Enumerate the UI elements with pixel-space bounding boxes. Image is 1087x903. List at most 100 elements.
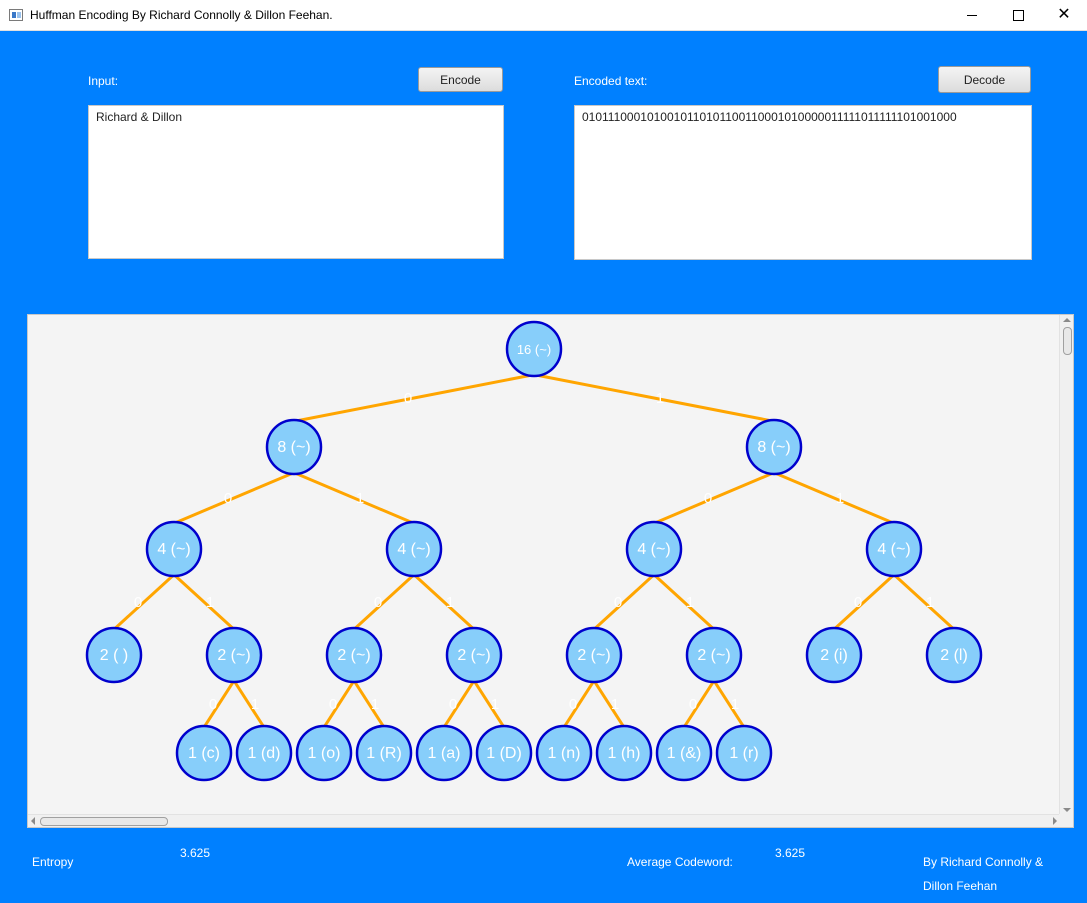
tree-edge xyxy=(173,471,295,525)
average-codeword-value: 3.625 xyxy=(775,846,806,860)
tree-edge-label: 1 xyxy=(251,696,259,713)
tree-edge xyxy=(592,679,626,729)
horizontal-scroll-thumb[interactable] xyxy=(40,817,168,826)
tree-node-label: 1 (D) xyxy=(486,745,522,762)
tree-node-label: 4 (~) xyxy=(877,541,910,558)
tree-edge-label: 0 xyxy=(329,696,337,713)
tree-node-label: 1 (r) xyxy=(729,745,758,762)
tree-edge-label: 0 xyxy=(689,696,697,713)
average-codeword-label: Average Codeword: xyxy=(627,855,733,869)
tree-edge-label: 1 xyxy=(611,696,619,713)
tree-edge-label: 0 xyxy=(374,594,382,611)
tree-edge xyxy=(472,679,506,729)
tree-edge-label: 0 xyxy=(854,594,862,611)
decode-button[interactable]: Decode xyxy=(938,66,1031,93)
tree-node-label: 2 (i) xyxy=(820,647,848,664)
encoded-textarea[interactable]: 0101110001010010110101100110001010000011… xyxy=(574,105,1032,260)
tree-edge xyxy=(533,373,775,423)
tree-edge xyxy=(712,679,746,729)
entropy-value: 3.625 xyxy=(180,846,211,860)
tree-edge-label: 0 xyxy=(209,696,217,713)
scroll-up-icon[interactable] xyxy=(1063,318,1071,322)
tree-edge-label: 1 xyxy=(491,696,499,713)
maximize-icon xyxy=(1012,9,1024,21)
tree-edge-label: 1 xyxy=(356,490,364,507)
tree-edge xyxy=(172,573,236,631)
tree-node: 1 (o) xyxy=(295,724,353,782)
credit-line-1: By Richard Connolly & xyxy=(923,855,1044,869)
maximize-button[interactable] xyxy=(995,0,1041,30)
tree-node-label: 2 (~) xyxy=(337,647,370,664)
tree-node: 4 (~) xyxy=(625,520,683,578)
tree-node-label: 4 (~) xyxy=(637,541,670,558)
tree-node-label: 2 (~) xyxy=(697,647,730,664)
tree-node-label: 2 (l) xyxy=(940,647,968,664)
tree-edge xyxy=(352,679,386,729)
scroll-left-icon[interactable] xyxy=(31,817,35,825)
encode-button[interactable]: Encode xyxy=(418,67,503,92)
tree-node-label: 4 (~) xyxy=(157,541,190,558)
input-label: Input: xyxy=(88,74,119,88)
minimize-icon xyxy=(967,14,977,16)
tree-node: 2 (~) xyxy=(205,626,263,684)
tree-node: 2 ( ) xyxy=(85,626,143,684)
encoded-text-label: Encoded text: xyxy=(574,74,648,88)
tree-node: 4 (~) xyxy=(145,520,203,578)
tree-edge-label: 0 xyxy=(704,490,712,507)
tree-node-label: 1 (&) xyxy=(667,745,702,762)
tree-edge xyxy=(892,573,956,631)
tree-node-label: 16 (~) xyxy=(517,342,551,357)
tree-node: 1 (r) xyxy=(715,724,773,782)
tree-edge-label: 0 xyxy=(449,696,457,713)
tree-edge xyxy=(352,573,416,631)
tree-node-label: 2 (~) xyxy=(457,647,490,664)
tree-node-label: 1 (h) xyxy=(608,745,641,762)
tree-node: 2 (~) xyxy=(565,626,623,684)
input-textarea[interactable]: Richard & Dillon xyxy=(88,105,504,259)
horizontal-scrollbar[interactable] xyxy=(28,814,1060,827)
tree-node: 1 (a) xyxy=(415,724,473,782)
tree-node: 4 (~) xyxy=(385,520,443,578)
tree-edge xyxy=(832,573,896,631)
tree-edge xyxy=(293,373,535,423)
tree-node: 1 (&) xyxy=(655,724,713,782)
tree-edge xyxy=(652,573,716,631)
tree-node-label: 1 (c) xyxy=(188,745,220,762)
tree-edge-label: 0 xyxy=(614,594,622,611)
tree-edge xyxy=(232,679,266,729)
tree-edge-label: 1 xyxy=(371,696,379,713)
close-button[interactable]: ✕ xyxy=(1041,0,1087,30)
tree-node-label: 8 (~) xyxy=(757,439,790,456)
tree-edge-label: 0 xyxy=(224,490,232,507)
tree-view[interactable]: 0 1 0 1 0 1 0 1 0 1 0 1 0 1 0 1 0 1 0 1 0 1 0 1 16 (~) 8 (~) 8 (~)… xyxy=(27,314,1074,828)
vertical-scroll-thumb[interactable] xyxy=(1063,327,1072,355)
tree-edge-label: 1 xyxy=(731,696,739,713)
tree-edge xyxy=(112,573,176,631)
tree-node: 1 (R) xyxy=(355,724,413,782)
huffman-tree: 0 1 0 1 0 1 0 1 0 1 0 1 0 1 0 1 0 1 0 1 0 1 0 1 16 (~) 8 (~) 8 (~)… xyxy=(85,320,983,782)
tree-node: 1 (h) xyxy=(595,724,653,782)
scroll-down-icon[interactable] xyxy=(1063,808,1071,812)
vertical-scrollbar[interactable] xyxy=(1059,315,1073,815)
tree-edge-label: 1 xyxy=(836,490,844,507)
credit-line-2: Dillon Feehan xyxy=(923,879,998,893)
tree-node: 2 (l) xyxy=(925,626,983,684)
minimize-button[interactable] xyxy=(949,0,995,30)
tree-edge-label: 0 xyxy=(134,594,142,611)
tree-node: 2 (~) xyxy=(445,626,503,684)
tree-node-label: 1 (d) xyxy=(248,745,281,762)
tree-node-label: 2 (~) xyxy=(577,647,610,664)
tree-node: 1 (c) xyxy=(175,724,233,782)
title-bar: Huffman Encoding By Richard Connolly & D… xyxy=(0,0,1087,31)
tree-edge xyxy=(412,573,476,631)
close-icon: ✕ xyxy=(1057,6,1071,23)
tree-node: 2 (i) xyxy=(805,626,863,684)
tree-node: 1 (d) xyxy=(235,724,293,782)
tree-edge-label: 1 xyxy=(446,594,454,611)
tree-node: 1 (D) xyxy=(475,724,533,782)
tree-node: 4 (~) xyxy=(865,520,923,578)
tree-edge-label: 0 xyxy=(404,390,412,407)
scroll-right-icon[interactable] xyxy=(1053,817,1057,825)
scroll-corner xyxy=(1059,814,1073,827)
tree-node: 8 (~) xyxy=(745,418,803,476)
